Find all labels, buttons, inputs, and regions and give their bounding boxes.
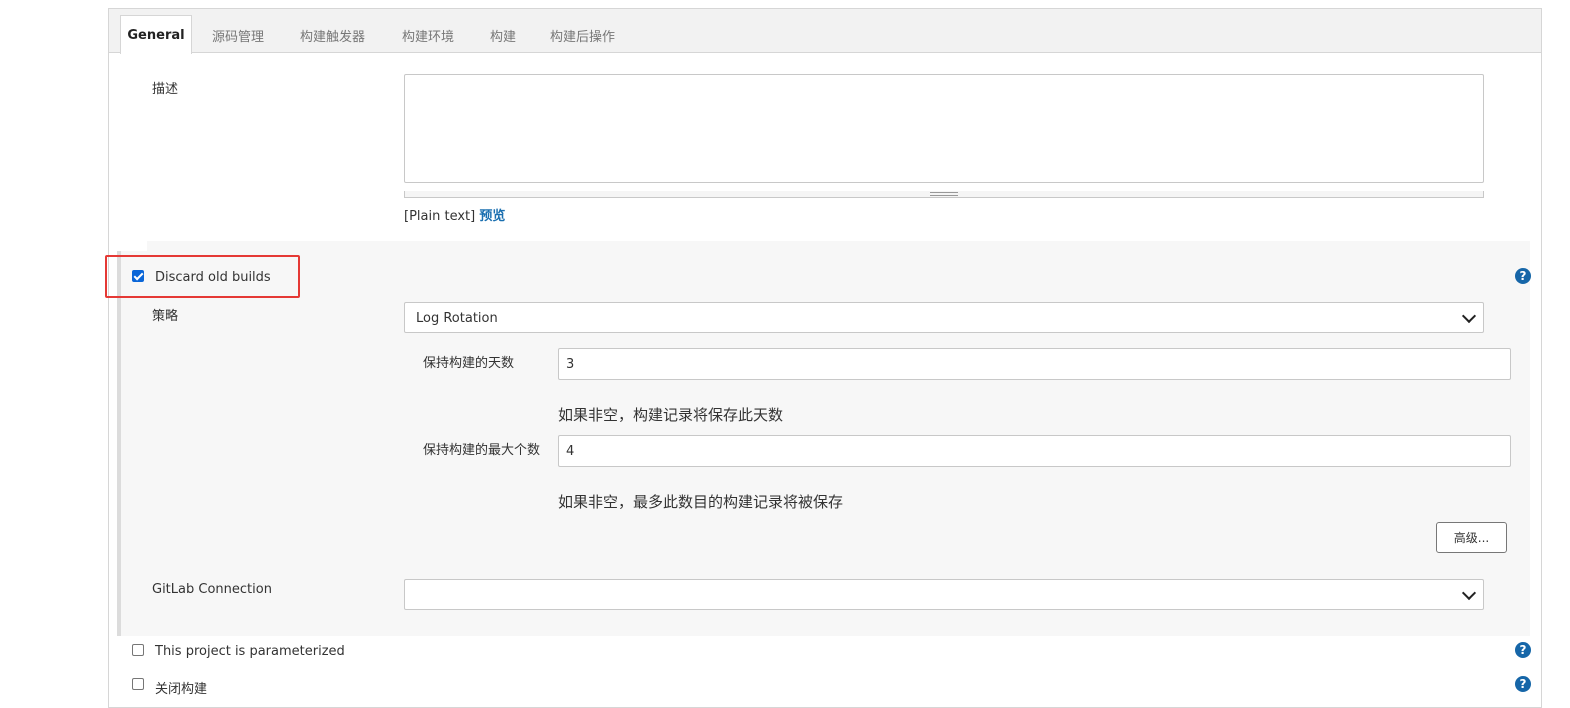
days-to-keep-hint: 如果非空，构建记录将保存此天数 [558, 406, 784, 424]
annotation-highlight-box [105, 255, 300, 298]
parameterized-help-icon[interactable]: ? [1515, 642, 1531, 658]
days-to-keep-input[interactable] [558, 348, 1511, 380]
textarea-grip[interactable] [404, 191, 1484, 198]
discard-old-builds-help-icon[interactable]: ? [1515, 268, 1531, 284]
section-top-strip [117, 241, 147, 251]
disable-build-help-icon[interactable]: ? [1515, 676, 1531, 692]
grip-lines-icon [930, 192, 958, 196]
tab-post-build-actions[interactable]: 构建后操作 [550, 26, 615, 45]
max-builds-input[interactable] [558, 435, 1511, 467]
job-config-panel: General 源码管理 构建触发器 构建环境 构建 构建后操作 描述 [Pla… [105, 8, 1542, 708]
preview-link[interactable]: 预览 [479, 209, 505, 224]
tab-general[interactable]: General [120, 15, 192, 54]
strategy-selected-value: Log Rotation [416, 311, 498, 326]
tab-build-environment[interactable]: 构建环境 [402, 26, 454, 45]
parameterized-checkbox[interactable] [132, 644, 144, 656]
advanced-button[interactable]: 高级... [1436, 522, 1507, 553]
description-label: 描述 [152, 82, 179, 97]
description-format-line: [Plain text] 预览 [404, 205, 505, 224]
days-to-keep-label: 保持构建的天数 [423, 356, 515, 371]
tab-build-triggers[interactable]: 构建触发器 [300, 26, 365, 45]
max-builds-hint: 如果非空，最多此数目的构建记录将被保存 [558, 493, 844, 511]
chevron-down-icon [1461, 585, 1477, 601]
gitlab-connection-select[interactable] [404, 579, 1484, 610]
tab-build[interactable]: 构建 [490, 26, 516, 45]
tab-source-control[interactable]: 源码管理 [212, 26, 264, 45]
gitlab-connection-label: GitLab Connection [152, 582, 272, 597]
parameterized-label[interactable]: This project is parameterized [155, 644, 345, 659]
strategy-label: 策略 [152, 309, 179, 324]
description-textarea[interactable] [404, 74, 1484, 183]
max-builds-label: 保持构建的最大个数 [423, 443, 541, 458]
config-tab-bar: General 源码管理 构建触发器 构建环境 构建 构建后操作 [109, 9, 1541, 54]
chevron-down-icon [1461, 308, 1477, 324]
plain-text-label: [Plain text] [404, 209, 476, 224]
strategy-select[interactable]: Log Rotation [404, 302, 1484, 333]
disable-build-checkbox[interactable] [132, 678, 144, 690]
